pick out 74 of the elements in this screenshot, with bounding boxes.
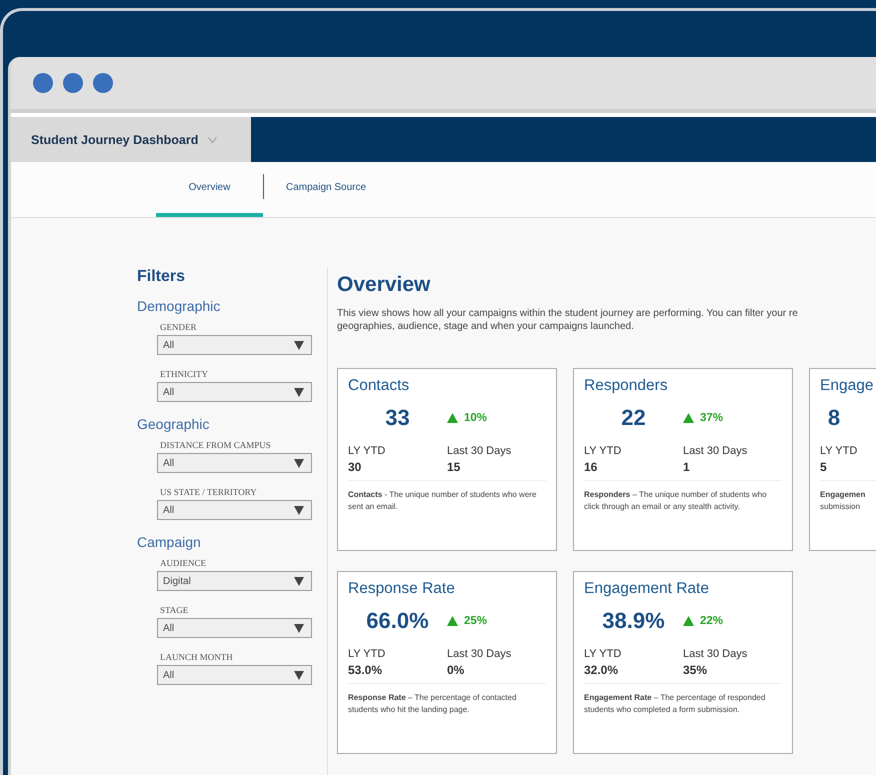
filter-label: ETHNICITY bbox=[160, 369, 208, 379]
stat-label: LY YTD bbox=[584, 648, 622, 660]
window-dot[interactable] bbox=[63, 73, 83, 93]
card-description: Contacts - The unique number of students who were sent an email. bbox=[348, 489, 538, 512]
dashboard-selector[interactable]: Student Journey Dashboard bbox=[11, 117, 251, 162]
filter-select[interactable]: All bbox=[157, 335, 312, 355]
stat-value: 0% bbox=[447, 663, 464, 677]
filter-select[interactable]: All bbox=[157, 453, 312, 473]
description-text: This view shows how all your campaigns within the student journey are performing. You can filter your re geographies, audience, stage and when your campaigns launched. bbox=[337, 307, 799, 333]
window-dot[interactable] bbox=[93, 73, 113, 93]
card-description: Responders – The unique number of students who click through an email or any stealth activity. bbox=[584, 489, 768, 512]
stat-label: Last 30 Days bbox=[683, 648, 748, 660]
page-title: Overview bbox=[337, 273, 430, 297]
card-description: Engagement Rate – The percentage of responded students who completed a form submission. bbox=[584, 692, 766, 716]
caret-icon bbox=[294, 458, 304, 468]
caret-icon bbox=[294, 576, 304, 586]
caret-icon bbox=[294, 670, 304, 680]
up-triangle-icon bbox=[683, 616, 694, 626]
metric-value: 8 bbox=[828, 405, 840, 431]
stat-value: 16 bbox=[584, 460, 598, 474]
caret-icon bbox=[294, 388, 304, 396]
caret-icon bbox=[294, 624, 304, 632]
stat-label: LY YTD bbox=[584, 445, 622, 457]
card-title: Engagement Rate bbox=[584, 580, 709, 598]
chevron-icon bbox=[208, 136, 218, 142]
caret-icon bbox=[294, 506, 304, 514]
stat-label: Last 30 Days bbox=[683, 445, 748, 457]
window-dot[interactable] bbox=[33, 73, 53, 93]
filter-select[interactable]: All bbox=[157, 618, 312, 638]
filters-title: Filters bbox=[137, 268, 186, 286]
filter-select[interactable]: All bbox=[157, 665, 312, 685]
up-triangle-icon bbox=[683, 413, 694, 423]
card-title: Response Rate bbox=[348, 580, 455, 598]
card-title: Engage bbox=[820, 377, 874, 395]
stat-value: 53.0% bbox=[348, 663, 382, 677]
stat-value: 35% bbox=[683, 663, 708, 677]
metric-value: 66.0% bbox=[366, 608, 429, 634]
change-value: 37% bbox=[700, 412, 724, 424]
filter-label: STAGE bbox=[160, 605, 188, 615]
filter-label: LAUNCH MONTH bbox=[160, 652, 233, 662]
stat-label: LY YTD bbox=[348, 445, 386, 457]
stat-value: 32.0% bbox=[584, 663, 618, 677]
metric-value: 38.9% bbox=[602, 608, 665, 634]
stat-value: 15 bbox=[447, 460, 460, 474]
filter-group-title: Geographic bbox=[137, 416, 210, 432]
filter-label: DISTANCE FROM CAMPUS bbox=[160, 440, 271, 450]
stat-label: Last 30 Days bbox=[447, 445, 512, 457]
caret-icon bbox=[294, 340, 304, 350]
filter-group-title: Campaign bbox=[137, 534, 202, 550]
filter-label: AUDIENCE bbox=[160, 558, 206, 568]
stat-label: LY YTD bbox=[348, 648, 386, 660]
metric-value: 22 bbox=[621, 405, 646, 431]
stat-label: LY YTD bbox=[820, 445, 858, 457]
card-description: Response Rate – The percentage of contacted students who hit the landing page. bbox=[348, 692, 518, 716]
filter-select[interactable]: All bbox=[157, 382, 312, 402]
up-triangle-icon bbox=[447, 616, 458, 626]
filter-select[interactable]: Digital bbox=[157, 571, 312, 591]
filter-label: GENDER bbox=[160, 322, 196, 332]
card-title: Contacts bbox=[348, 377, 410, 395]
change-value: 25% bbox=[464, 615, 488, 627]
card-title: Responders bbox=[584, 377, 668, 395]
up-triangle-icon bbox=[447, 413, 458, 423]
tab[interactable]: Campaign Source bbox=[264, 162, 388, 217]
filter-label: US STATE / TERRITORY bbox=[160, 487, 257, 497]
stat-value: 1 bbox=[683, 460, 690, 474]
stat-value: 5 bbox=[820, 460, 827, 474]
stat-label: Last 30 Days bbox=[447, 648, 512, 660]
change-value: 10% bbox=[464, 412, 488, 424]
stat-value: 30 bbox=[348, 460, 362, 474]
card-description: Engagemen submission bbox=[820, 489, 866, 512]
change-value: 22% bbox=[700, 615, 724, 627]
filter-group-title: Demographic bbox=[137, 298, 222, 314]
metric-value: 33 bbox=[385, 405, 410, 431]
filter-select[interactable]: All bbox=[157, 500, 312, 520]
